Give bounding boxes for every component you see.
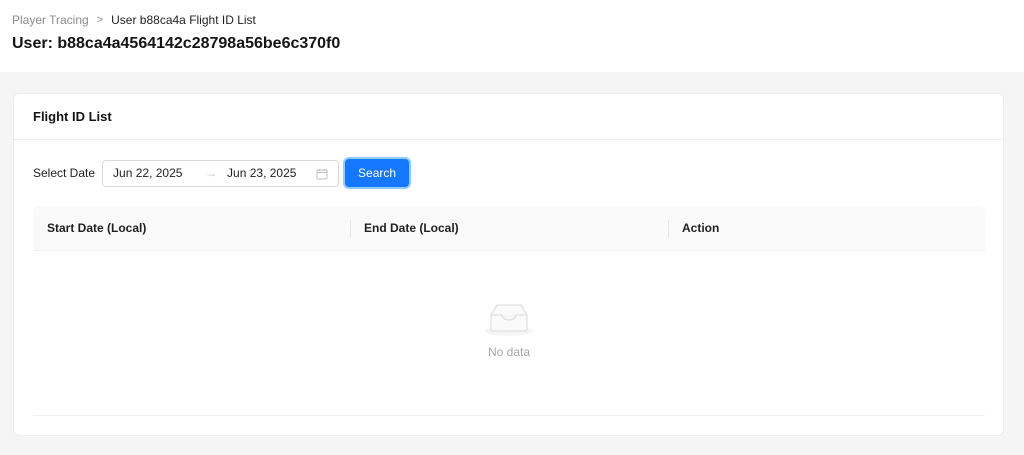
search-button[interactable]: Search [345, 159, 410, 187]
card-header: Flight ID List [14, 94, 1003, 140]
flight-id-table: Start Date (Local) End Date (Local) Acti… [33, 206, 985, 416]
page-header: Player Tracing > User b88ca4a Flight ID … [0, 0, 1024, 72]
end-date-input[interactable]: Jun 23, 2025 [227, 166, 319, 180]
empty-state-text: No data [487, 345, 531, 359]
flight-id-list-card: Flight ID List Select Date Jun 22, 2025 … [13, 93, 1004, 436]
empty-state: No data [33, 301, 985, 359]
date-filter-row: Select Date Jun 22, 2025 → Jun 23, 2025 … [33, 159, 410, 187]
column-header-end-date: End Date (Local) [350, 206, 668, 250]
breadcrumb-current: User b88ca4a Flight ID List [111, 13, 256, 27]
start-date-input[interactable]: Jun 22, 2025 [113, 166, 205, 180]
table-body: No data [33, 251, 985, 416]
date-range-picker[interactable]: Jun 22, 2025 → Jun 23, 2025 [102, 159, 340, 187]
card-title: Flight ID List [33, 109, 112, 124]
breadcrumb: Player Tracing > User b88ca4a Flight ID … [12, 13, 256, 27]
column-header-action: Action [668, 206, 985, 250]
breadcrumb-separator: > [96, 14, 104, 26]
select-date-label: Select Date [33, 166, 96, 180]
empty-inbox-icon [485, 304, 533, 336]
breadcrumb-player-tracing[interactable]: Player Tracing [12, 13, 89, 27]
column-header-start-date: Start Date (Local) [47, 221, 147, 235]
table-header: Start Date (Local) End Date (Local) Acti… [33, 206, 985, 251]
page-title: User: b88ca4a4564142c28798a56be6c370f0 [12, 35, 341, 52]
calendar-icon [316, 168, 328, 179]
range-separator-icon: → [205, 166, 218, 180]
